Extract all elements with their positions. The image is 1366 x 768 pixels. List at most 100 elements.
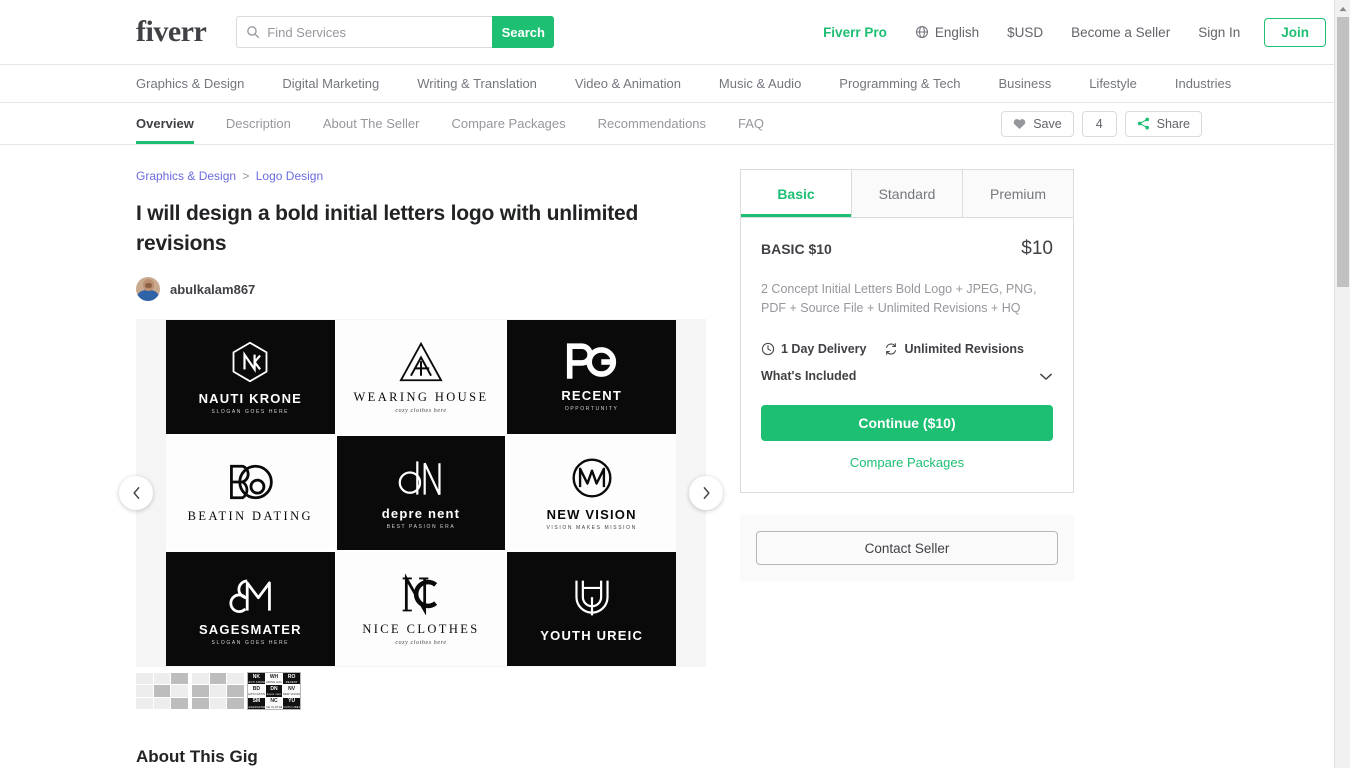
- share-icon: [1137, 117, 1149, 130]
- nav-become-a-seller[interactable]: Become a Seller: [1057, 25, 1184, 40]
- gallery-next-button[interactable]: [689, 476, 723, 510]
- thumbnail-cell: [209, 697, 227, 709]
- thumbnail-cell: [171, 697, 188, 709]
- thumbnail-cell: [171, 673, 188, 685]
- header-nav: Fiverr Pro English $USD Become a Seller …: [809, 17, 1350, 47]
- logo-brand-name: NEW VISION: [546, 506, 637, 522]
- save-count-badge[interactable]: 4: [1081, 110, 1117, 137]
- category-writing-translation[interactable]: Writing & Translation: [417, 76, 537, 91]
- logo-monogram-icon: [397, 457, 445, 499]
- tab-overview[interactable]: Overview: [136, 103, 194, 144]
- logo-monogram-icon: [566, 342, 618, 381]
- chevron-left-icon: [132, 487, 139, 499]
- about-this-gig-heading: About This Gig: [136, 747, 258, 766]
- logo-slogan: cozy clothes here: [395, 407, 447, 414]
- thumbnail-3[interactable]: NKNAUTI KRONEWHWEARING HOUSERORECENT BDBE…: [247, 672, 301, 710]
- whats-included-toggle[interactable]: What's Included: [761, 369, 1053, 383]
- join-button[interactable]: Join: [1264, 17, 1326, 47]
- package-description: 2 Concept Initial Letters Bold Logo + JP…: [761, 282, 1037, 315]
- thumbnail-cell: [153, 697, 171, 709]
- package-meta: 1 Day Delivery Unlimited Revisions: [761, 342, 1053, 356]
- seller-row[interactable]: abulkalam867: [136, 277, 708, 301]
- package-body: BASIC $10 $10 2 Concept Initial Letters …: [741, 218, 1073, 492]
- fiverr-gig-page: fiverr Search Fiverr Pro English: [0, 0, 1350, 768]
- tab-description[interactable]: Description: [226, 103, 291, 144]
- continue-button[interactable]: Continue ($10): [761, 405, 1053, 441]
- category-digital-marketing[interactable]: Digital Marketing: [282, 76, 379, 91]
- breadcrumb: Graphics & Design > Logo Design: [136, 169, 708, 183]
- save-count: 4: [1095, 116, 1103, 131]
- gallery-prev-button[interactable]: [119, 476, 153, 510]
- refresh-icon: [886, 343, 897, 355]
- thumbnail-cell: RO RECENT: [283, 673, 300, 685]
- share-button[interactable]: Share: [1124, 110, 1202, 137]
- logo-brand-name: depre nent: [381, 505, 461, 521]
- thumbnail-cell: NV NEW VISION: [283, 685, 300, 697]
- package-tab-premium[interactable]: Premium: [963, 170, 1073, 217]
- compare-packages-link[interactable]: Compare Packages: [761, 455, 1053, 470]
- category-graphics-design[interactable]: Graphics & Design: [136, 76, 244, 91]
- nav-fiverr-pro[interactable]: Fiverr Pro: [809, 25, 901, 40]
- logo-cell: SAGESMATER SLOGAN GOES HERE: [166, 552, 335, 666]
- search-bar: Search: [236, 16, 555, 48]
- tab-compare-packages[interactable]: Compare Packages: [451, 103, 565, 144]
- logo-brand-name: WEARING HOUSE: [353, 389, 489, 404]
- thumbnail-2[interactable]: [192, 673, 244, 709]
- clock-icon: [761, 342, 775, 356]
- category-programming-tech[interactable]: Programming & Tech: [839, 76, 960, 91]
- gig-right-column: Basic Standard Premium BASIC $10 $10 2 Con…: [740, 145, 1074, 767]
- save-button[interactable]: Save: [1001, 110, 1074, 137]
- search-input-wrapper[interactable]: [236, 16, 493, 48]
- search-icon: [247, 26, 260, 39]
- contact-seller-button[interactable]: Contact Seller: [756, 531, 1058, 565]
- gig-actions: Save 4 Share: [1001, 103, 1214, 144]
- thumbnail-cell: [192, 697, 209, 709]
- breadcrumb-parent[interactable]: Graphics & Design: [136, 169, 236, 183]
- whats-included-label: What's Included: [761, 369, 857, 383]
- main-content: Graphics & Design > Logo Design I will d…: [0, 145, 1350, 767]
- package-tab-standard[interactable]: Standard: [852, 170, 963, 217]
- thumbnail-cell: [153, 673, 171, 685]
- nav-language[interactable]: English: [901, 25, 993, 40]
- nav-currency[interactable]: $USD: [993, 25, 1057, 40]
- scrollbar-up-arrow[interactable]: [1335, 0, 1350, 17]
- package-tab-basic[interactable]: Basic: [741, 170, 852, 217]
- revisions: Unlimited Revisions: [884, 342, 1024, 356]
- search-button[interactable]: Search: [492, 16, 555, 48]
- thumbnail-cell: [227, 673, 244, 685]
- gig-section-tabs: Overview Description About The Seller Compa…: [0, 103, 1350, 145]
- logo-slogan: cozy clothes here: [395, 639, 447, 646]
- thumbnail-1[interactable]: [136, 673, 188, 709]
- chevron-down-icon: [1040, 373, 1052, 380]
- avatar: [136, 277, 160, 301]
- breadcrumb-child[interactable]: Logo Design: [256, 169, 323, 183]
- delivery-label: 1 Day Delivery: [781, 342, 867, 356]
- page-scrollbar[interactable]: [1334, 0, 1350, 768]
- tab-recommendations[interactable]: Recommendations: [598, 103, 706, 144]
- thumbnail-cell: SMSAGESMATER: [248, 697, 265, 709]
- heart-icon: [1013, 118, 1026, 129]
- logo-monogram-icon: [225, 573, 275, 615]
- category-lifestyle[interactable]: Lifestyle: [1089, 76, 1137, 91]
- category-industries[interactable]: Industries: [1175, 76, 1231, 91]
- category-video-animation[interactable]: Video & Animation: [575, 76, 681, 91]
- logo-cell: WEARING HOUSE cozy clothes here: [336, 320, 506, 434]
- nav-sign-in[interactable]: Sign In: [1184, 25, 1254, 40]
- logo-slogan: SLOGAN GOES HERE: [211, 408, 290, 415]
- gig-gallery: NAUTI KRONE SLOGAN GOES HERE WEARING HOUSE…: [136, 319, 706, 667]
- fiverr-logo[interactable]: fiverr: [136, 15, 207, 49]
- search-input[interactable]: [267, 24, 484, 40]
- scrollbar-thumb[interactable]: [1337, 17, 1349, 287]
- thumbnail-cell: [153, 685, 171, 697]
- tab-faq[interactable]: FAQ: [738, 103, 764, 144]
- category-business[interactable]: Business: [998, 76, 1051, 91]
- globe-icon: [915, 25, 928, 39]
- thumbnail-cell: DN depre nent: [265, 685, 283, 697]
- logo-cell: RECENT OPPORTUNITY: [507, 320, 676, 434]
- category-music-audio[interactable]: Music & Audio: [719, 76, 801, 91]
- thumbnail-cell: [192, 673, 209, 685]
- package-header-row: BASIC $10 $10: [761, 238, 1053, 260]
- logo-monogram-icon: [570, 456, 614, 500]
- tab-about-the-seller[interactable]: About The Seller: [323, 103, 420, 144]
- thumbnail-cell: NKNAUTI KRONE: [248, 673, 265, 685]
